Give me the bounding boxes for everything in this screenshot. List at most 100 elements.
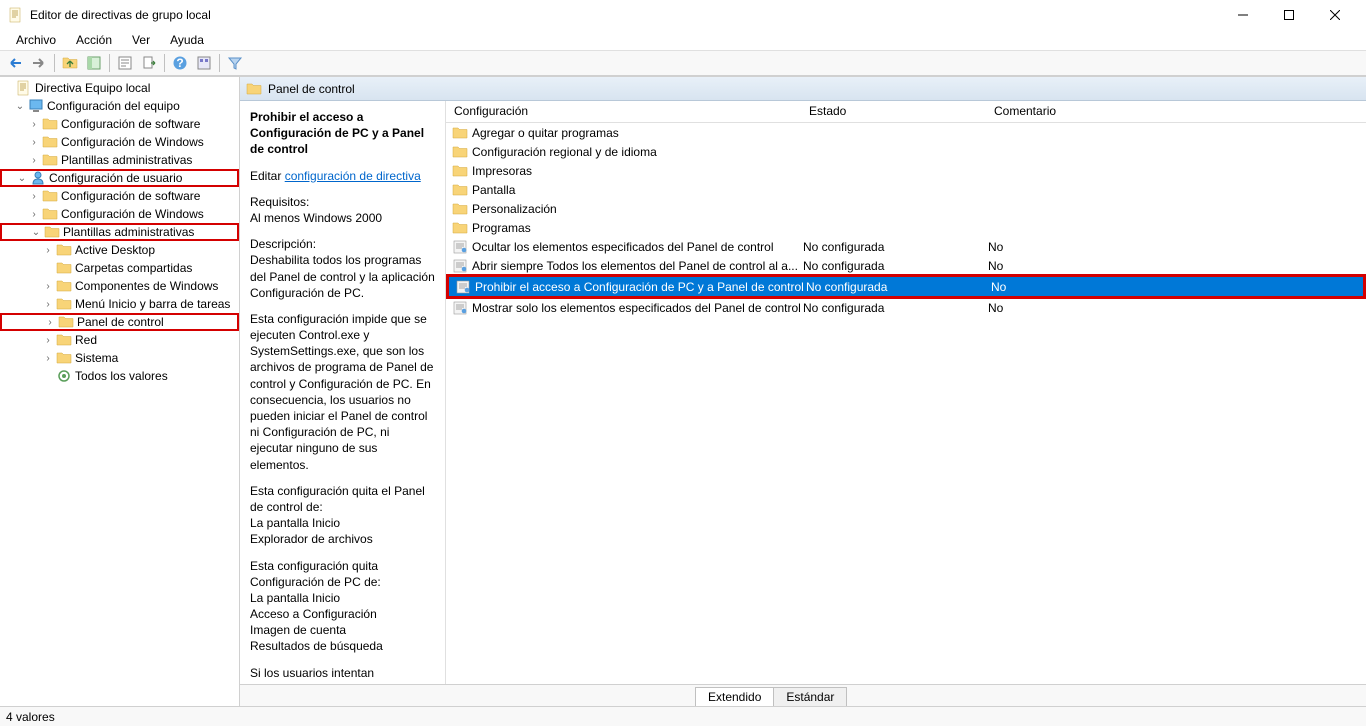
folder-icon xyxy=(42,116,58,132)
path-header: Panel de control xyxy=(240,77,1366,101)
menu-archivo[interactable]: Archivo xyxy=(8,31,64,49)
expand-icon[interactable]: › xyxy=(28,137,40,148)
show-hide-button[interactable] xyxy=(83,52,105,74)
expand-icon[interactable]: › xyxy=(42,299,54,310)
menu-ayuda[interactable]: Ayuda xyxy=(162,31,212,49)
list-row[interactable]: Agregar o quitar programas xyxy=(446,123,1366,142)
tree-node[interactable]: ›Plantillas administrativas xyxy=(0,151,239,169)
filter-button[interactable] xyxy=(224,52,246,74)
header-comentario[interactable]: Comentario xyxy=(986,101,1366,122)
tree-node[interactable]: ⌄ Plantillas administrativas xyxy=(0,223,239,241)
list-row[interactable]: Abrir siempre Todos los elementos del Pa… xyxy=(446,256,1366,275)
list-body[interactable]: Agregar o quitar programas Configuración … xyxy=(446,123,1366,684)
list-row[interactable]: Programas xyxy=(446,218,1366,237)
doc-icon xyxy=(16,80,32,96)
tree-node[interactable]: ›Red xyxy=(0,331,239,349)
options-button[interactable] xyxy=(193,52,215,74)
tree-node[interactable]: ›Componentes de Windows xyxy=(0,277,239,295)
list-row[interactable]: Ocultar los elementos especificados del … xyxy=(446,237,1366,256)
tree-label: Menú Inicio y barra de tareas xyxy=(75,297,230,311)
header-configuracion[interactable]: Configuración xyxy=(446,101,801,122)
tree-node[interactable]: ›Configuración de software xyxy=(0,187,239,205)
close-button[interactable] xyxy=(1312,0,1358,30)
expand-icon[interactable]: › xyxy=(28,119,40,130)
menu-ver[interactable]: Ver xyxy=(124,31,158,49)
list-row[interactable]: Impresoras xyxy=(446,161,1366,180)
expand-icon[interactable]: › xyxy=(44,317,56,328)
tree-node[interactable]: ›Configuración de software xyxy=(0,115,239,133)
tree-node[interactable]: Todos los valores xyxy=(0,367,239,385)
list-column: Configuración Estado Comentario Agregar … xyxy=(445,101,1366,684)
folder-icon xyxy=(452,125,468,141)
expand-icon[interactable]: › xyxy=(28,191,40,202)
up-button[interactable] xyxy=(59,52,81,74)
header-estado[interactable]: Estado xyxy=(801,101,986,122)
expand-icon[interactable]: › xyxy=(42,281,54,292)
menu-accion[interactable]: Acción xyxy=(68,31,120,49)
list-row[interactable]: Pantalla xyxy=(446,180,1366,199)
status-text: 4 valores xyxy=(6,710,55,724)
row-estado: No configurada xyxy=(803,259,988,273)
comp-icon xyxy=(28,98,44,114)
settings-icon xyxy=(56,368,72,384)
tree-node[interactable]: ›Sistema xyxy=(0,349,239,367)
expand-icon[interactable]: ⌄ xyxy=(30,227,42,238)
folder-icon xyxy=(56,332,72,348)
row-estado: No configurada xyxy=(803,301,988,315)
tree-label: Plantillas administrativas xyxy=(63,225,194,239)
row-estado: No configurada xyxy=(803,240,988,254)
tree-node[interactable]: › Configuración de Windows xyxy=(0,205,239,223)
properties-button[interactable] xyxy=(114,52,136,74)
menubar: Archivo Acción Ver Ayuda xyxy=(0,30,1366,50)
row-name: Configuración regional y de idioma xyxy=(472,145,803,159)
row-name: Programas xyxy=(472,221,803,235)
expand-icon[interactable]: › xyxy=(42,245,54,256)
minimize-button[interactable] xyxy=(1220,0,1266,30)
tree-node[interactable]: ⌄Configuración del equipo xyxy=(0,97,239,115)
expand-icon[interactable]: › xyxy=(42,335,54,346)
folder-icon xyxy=(44,224,60,240)
folder-icon xyxy=(56,242,72,258)
list-row[interactable]: Prohibir el acceso a Configuración de PC… xyxy=(449,277,1363,296)
expand-icon[interactable]: › xyxy=(42,353,54,364)
tab-extendido[interactable]: Extendido xyxy=(695,687,774,706)
tree-pane[interactable]: Directiva Equipo local ⌄Configuración del… xyxy=(0,77,240,706)
row-name: Personalización xyxy=(472,202,803,216)
tree-node[interactable]: ›Panel de control xyxy=(0,313,239,331)
tree-node[interactable]: ⌄Configuración de usuario xyxy=(0,169,239,187)
tree-node[interactable]: Directiva Equipo local xyxy=(0,79,239,97)
row-comentario: No xyxy=(991,280,1363,294)
folder-icon xyxy=(42,134,58,150)
edit-policy-link[interactable]: configuración de directiva xyxy=(285,169,421,183)
maximize-button[interactable] xyxy=(1266,0,1312,30)
tabs: Extendido Estándar xyxy=(240,684,1366,706)
row-name: Agregar o quitar programas xyxy=(472,126,803,140)
app-icon xyxy=(8,7,24,23)
policy-icon xyxy=(452,258,468,274)
folder-icon xyxy=(452,163,468,179)
tree-node[interactable]: ›Configuración de Windows xyxy=(0,133,239,151)
tree-label: Todos los valores xyxy=(75,369,168,383)
expand-icon[interactable]: ⌄ xyxy=(14,101,26,112)
expand-icon[interactable]: › xyxy=(28,155,40,166)
tab-estandar[interactable]: Estándar xyxy=(773,687,847,706)
export-button[interactable] xyxy=(138,52,160,74)
tree-node[interactable]: › Menú Inicio y barra de tareas xyxy=(0,295,239,313)
help-button[interactable]: ? xyxy=(169,52,191,74)
tree-node[interactable]: ›Active Desktop xyxy=(0,241,239,259)
expand-icon[interactable]: ⌄ xyxy=(16,173,28,184)
list-row[interactable]: Personalización xyxy=(446,199,1366,218)
back-button[interactable] xyxy=(4,52,26,74)
tree-label: Configuración de Windows xyxy=(61,207,204,221)
statusbar: 4 valores xyxy=(0,706,1366,726)
forward-button[interactable] xyxy=(28,52,50,74)
folder-icon xyxy=(452,220,468,236)
expand-icon[interactable]: › xyxy=(28,209,40,220)
folder-icon xyxy=(56,350,72,366)
tree-label: Directiva Equipo local xyxy=(35,81,150,95)
folder-icon xyxy=(42,206,58,222)
list-row[interactable]: Mostrar solo los elementos especificados… xyxy=(446,298,1366,317)
tree-node[interactable]: Carpetas compartidas xyxy=(0,259,239,277)
list-header: Configuración Estado Comentario xyxy=(446,101,1366,123)
list-row[interactable]: Configuración regional y de idioma xyxy=(446,142,1366,161)
